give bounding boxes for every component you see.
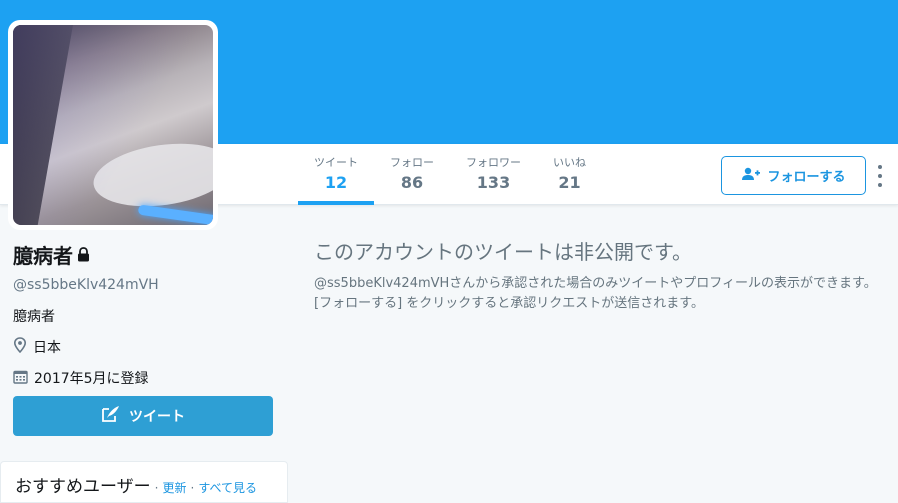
follow-person-icon	[741, 167, 761, 185]
profile-avatar[interactable]	[8, 20, 218, 230]
profile-name[interactable]: 臆病者	[13, 240, 73, 269]
profile-bio: 臆病者	[13, 309, 55, 325]
follow-button-label: フォローする	[767, 170, 846, 185]
stat-label: いいね	[553, 156, 586, 169]
stat-label: フォロー	[390, 156, 434, 169]
lock-icon	[77, 243, 90, 267]
profile-stats: ツイート 12 フォロー 86 フォロワー 133 いいね 21	[298, 144, 602, 205]
stat-value: 86	[400, 173, 424, 192]
protected-account-description: @ss5bbeKlv424mVHさんから承認された場合のみツイートやプロフィール…	[314, 276, 877, 311]
profile-location-row: 日本	[13, 337, 283, 357]
profile-handle[interactable]: @ss5bbeKlv424mVH	[13, 277, 283, 293]
compose-quill-icon	[101, 405, 121, 427]
stat-likes[interactable]: いいね 21	[537, 144, 602, 205]
tweet-button[interactable]: ツイート	[13, 396, 273, 436]
stat-value: 133	[476, 173, 511, 192]
profile-location: 日本	[33, 340, 61, 356]
suggestions-refresh-link[interactable]: 更新	[163, 479, 187, 496]
follow-button[interactable]: フォローする	[721, 156, 866, 195]
stat-following[interactable]: フォロー 86	[374, 144, 450, 205]
suggestions-view-all-link[interactable]: すべて見る	[198, 479, 257, 496]
calendar-icon	[13, 369, 28, 388]
stat-followers[interactable]: フォロワー 133	[450, 144, 537, 205]
stat-value: 12	[324, 173, 348, 192]
separator-dot: ·	[190, 481, 195, 495]
stat-label: フォロワー	[466, 156, 521, 169]
protected-account-title: このアカウントのツイートは非公開です。	[314, 240, 692, 264]
profile-joined-row: 2017年5月に登録	[13, 368, 283, 388]
stat-tweets[interactable]: ツイート 12	[298, 144, 374, 205]
tweet-button-label: ツイート	[129, 409, 185, 425]
profile-name-row: 臆病者	[13, 240, 283, 269]
more-vertical-icon[interactable]	[872, 163, 888, 189]
suggestions-module: おすすめユーザー · 更新 · すべて見る	[0, 461, 288, 503]
stat-value: 21	[558, 173, 581, 192]
profile-card: 臆病者 @ss5bbeKlv424mVH 臆病者 日本 2017年5月に登録	[13, 240, 283, 388]
suggestions-title: おすすめユーザー	[15, 477, 151, 497]
profile-joined: 2017年5月に登録	[34, 371, 149, 387]
stat-label: ツイート	[314, 156, 358, 169]
location-pin-icon	[13, 337, 27, 357]
separator-dot: ·	[154, 481, 159, 495]
avatar-image	[13, 25, 213, 225]
